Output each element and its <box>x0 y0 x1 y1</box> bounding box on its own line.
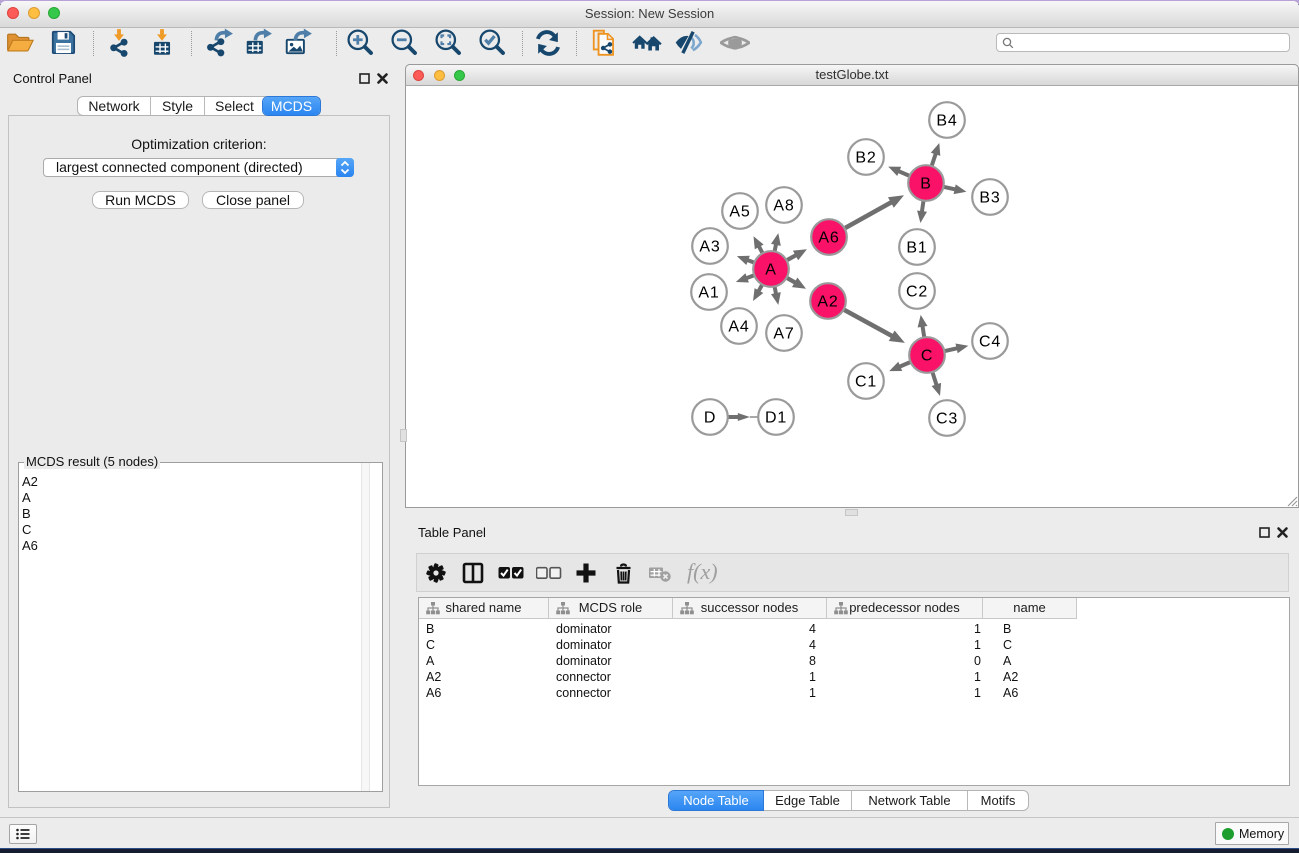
svg-text:B1: B1 <box>906 240 927 257</box>
svg-text:A5: A5 <box>729 204 750 221</box>
svg-text:A1: A1 <box>698 285 719 302</box>
svg-text:D: D <box>704 410 716 427</box>
svg-text:C3: C3 <box>936 411 958 428</box>
svg-text:A4: A4 <box>728 319 749 336</box>
svg-text:A6: A6 <box>818 230 839 247</box>
svg-text:B2: B2 <box>855 150 876 167</box>
svg-text:A: A <box>765 262 776 279</box>
svg-text:A3: A3 <box>699 239 720 256</box>
svg-text:C2: C2 <box>906 284 928 301</box>
svg-text:C1: C1 <box>855 374 877 391</box>
svg-text:C4: C4 <box>979 334 1001 351</box>
svg-text:B: B <box>920 176 931 193</box>
svg-text:B3: B3 <box>979 190 1000 207</box>
svg-text:C: C <box>921 348 933 365</box>
svg-text:B4: B4 <box>936 113 957 130</box>
svg-text:D1: D1 <box>765 410 787 427</box>
svg-text:A2: A2 <box>817 294 838 311</box>
svg-text:A8: A8 <box>773 198 794 215</box>
svg-text:A7: A7 <box>773 326 794 343</box>
